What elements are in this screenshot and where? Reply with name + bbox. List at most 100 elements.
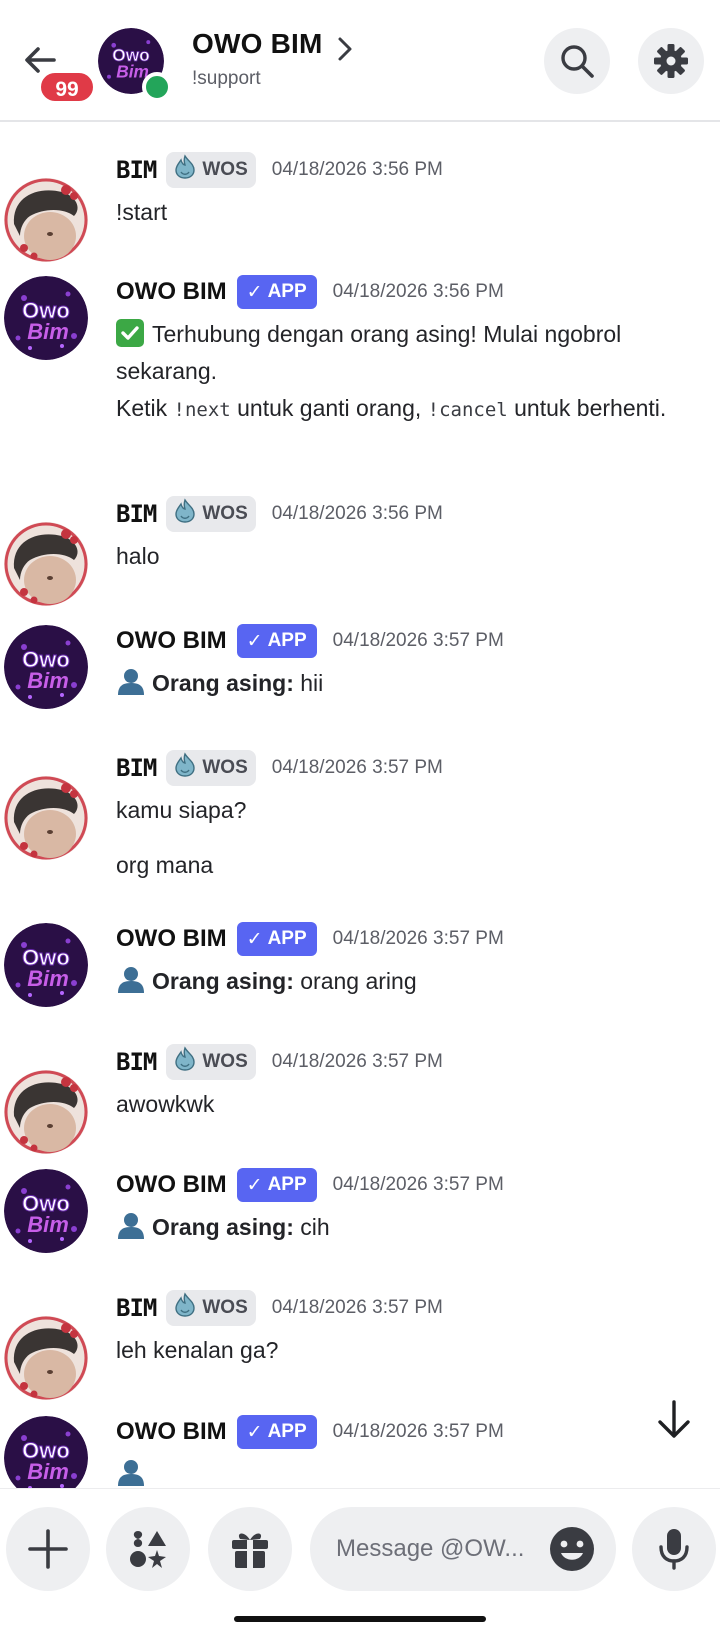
username[interactable]: BIM bbox=[116, 1048, 157, 1076]
message-text: !start bbox=[116, 199, 168, 225]
username[interactable]: BIM bbox=[116, 156, 157, 184]
checkmark-icon: ✓ bbox=[246, 1421, 263, 1443]
app-tag: ✓ APP bbox=[236, 624, 317, 658]
emoji-button[interactable] bbox=[548, 1525, 596, 1573]
timestamp: 04/18/2026 3:56 PM bbox=[271, 503, 443, 524]
checkmark-icon: ✓ bbox=[246, 1174, 263, 1196]
person-icon bbox=[116, 666, 146, 696]
flame-icon bbox=[172, 1292, 198, 1324]
username[interactable]: OWO BIM bbox=[116, 1171, 227, 1199]
guild-tag[interactable]: WOS bbox=[166, 750, 256, 786]
flame-icon bbox=[172, 498, 198, 530]
apps-button[interactable] bbox=[106, 1507, 190, 1591]
guild-tag[interactable]: WOS bbox=[166, 152, 256, 188]
message-text: kamu siapa? bbox=[116, 797, 247, 823]
settings-button[interactable] bbox=[638, 28, 704, 94]
guild-tag[interactable]: WOS bbox=[166, 496, 256, 532]
timestamp: 04/18/2026 3:57 PM bbox=[332, 1174, 504, 1195]
username[interactable]: OWO BIM bbox=[116, 925, 227, 953]
timestamp: 04/18/2026 3:57 PM bbox=[271, 757, 443, 778]
guild-tag[interactable]: WOS bbox=[166, 1044, 256, 1080]
channel-header: 99 Owo Bim OWO BIM !support bbox=[0, 0, 720, 122]
person-icon bbox=[116, 1210, 146, 1240]
app-tag: ✓ APP bbox=[236, 922, 317, 956]
guild-tag[interactable]: WOS bbox=[166, 1290, 256, 1326]
bot-avatar[interactable]: Owo Bim bbox=[4, 923, 88, 1007]
unread-badge: 99 bbox=[38, 70, 96, 104]
user-photo bbox=[4, 522, 88, 606]
arrow-down-icon[interactable] bbox=[652, 1398, 696, 1442]
user-photo bbox=[4, 1316, 88, 1400]
message-text: awowkwk bbox=[116, 1091, 215, 1117]
channel-subtitle: !support bbox=[192, 68, 261, 89]
owo-bim-logo: OwoBim bbox=[4, 625, 88, 709]
bot-avatar[interactable]: Owo Bim bbox=[4, 625, 88, 709]
message-text: leh kenalan ga? bbox=[116, 1337, 279, 1363]
app-tag: ✓ APP bbox=[236, 1168, 317, 1202]
username[interactable]: OWO BIM bbox=[116, 1418, 227, 1446]
message-list[interactable]: BIM WOS 04/18/2026 3:56 PM !start Owo Bim… bbox=[0, 122, 720, 1488]
user-photo bbox=[4, 1070, 88, 1154]
owo-bim-logo: OwoBim bbox=[4, 1416, 88, 1488]
voice-message-button[interactable] bbox=[632, 1507, 716, 1591]
timestamp: 04/18/2026 3:56 PM bbox=[332, 281, 504, 302]
person-icon bbox=[116, 964, 146, 994]
stranger-label: Orang asing: bbox=[152, 670, 294, 696]
inline-code: !next bbox=[173, 399, 231, 421]
home-indicator bbox=[234, 1616, 486, 1622]
svg-text:Bim: Bim bbox=[27, 1459, 69, 1484]
timestamp: 04/18/2026 3:56 PM bbox=[271, 159, 443, 180]
owo-bim-logo: OwoBim bbox=[4, 1169, 88, 1253]
microphone-icon bbox=[659, 1529, 689, 1570]
user-avatar[interactable] bbox=[4, 522, 88, 606]
flame-icon bbox=[172, 154, 198, 186]
inline-code: !cancel bbox=[427, 399, 508, 421]
bot-avatar[interactable]: Owo Bim bbox=[4, 276, 88, 360]
search-icon bbox=[561, 45, 594, 78]
checkmark-icon: ✓ bbox=[246, 928, 263, 950]
person-icon bbox=[116, 1457, 146, 1487]
username[interactable]: BIM bbox=[116, 1294, 157, 1322]
username[interactable]: OWO BIM bbox=[116, 627, 227, 655]
svg-text:Bim: Bim bbox=[27, 1212, 69, 1237]
bot-avatar[interactable]: Owo Bim bbox=[4, 1416, 88, 1488]
apps-icon bbox=[130, 1531, 166, 1568]
user-avatar[interactable] bbox=[4, 776, 88, 860]
flame-icon bbox=[172, 1046, 198, 1078]
owo-bim-logo: OwoBim bbox=[4, 276, 88, 360]
channel-title[interactable]: OWO BIM bbox=[192, 28, 323, 60]
timestamp: 04/18/2026 3:57 PM bbox=[271, 1297, 443, 1318]
message-text: hii bbox=[293, 670, 324, 696]
user-avatar[interactable] bbox=[4, 178, 88, 262]
message-composer bbox=[0, 1488, 720, 1625]
search-button[interactable] bbox=[544, 28, 610, 94]
smiley-face-icon bbox=[550, 1527, 594, 1571]
checkmark-icon: ✓ bbox=[246, 630, 263, 652]
gift-button[interactable] bbox=[208, 1507, 292, 1591]
username[interactable]: OWO BIM bbox=[116, 278, 227, 306]
svg-text:Bim: Bim bbox=[27, 668, 69, 693]
svg-text:Bim: Bim bbox=[27, 966, 69, 991]
user-photo bbox=[4, 776, 88, 860]
attach-button[interactable] bbox=[6, 1507, 90, 1591]
message-text: org mana bbox=[116, 852, 214, 878]
message-text: halo bbox=[116, 543, 160, 569]
username[interactable]: BIM bbox=[116, 500, 157, 528]
gear-icon bbox=[654, 44, 688, 78]
app-tag: ✓ APP bbox=[236, 1415, 317, 1449]
online-status-indicator bbox=[142, 72, 172, 102]
message-text: orang aring bbox=[293, 968, 417, 994]
message-text: cih bbox=[293, 1214, 330, 1240]
bot-avatar[interactable]: Owo Bim bbox=[4, 1169, 88, 1253]
user-avatar[interactable] bbox=[4, 1316, 88, 1400]
owo-bim-logo: OwoBim bbox=[4, 923, 88, 1007]
username[interactable]: BIM bbox=[116, 754, 157, 782]
svg-text:Bim: Bim bbox=[27, 319, 69, 344]
user-avatar[interactable] bbox=[4, 1070, 88, 1154]
app-tag: ✓ APP bbox=[236, 275, 317, 309]
check-mark-emoji-icon bbox=[116, 319, 144, 347]
timestamp: 04/18/2026 3:57 PM bbox=[332, 1421, 504, 1442]
chevron-right-icon[interactable] bbox=[336, 36, 354, 62]
gift-icon bbox=[232, 1533, 268, 1568]
timestamp: 04/18/2026 3:57 PM bbox=[332, 630, 504, 651]
